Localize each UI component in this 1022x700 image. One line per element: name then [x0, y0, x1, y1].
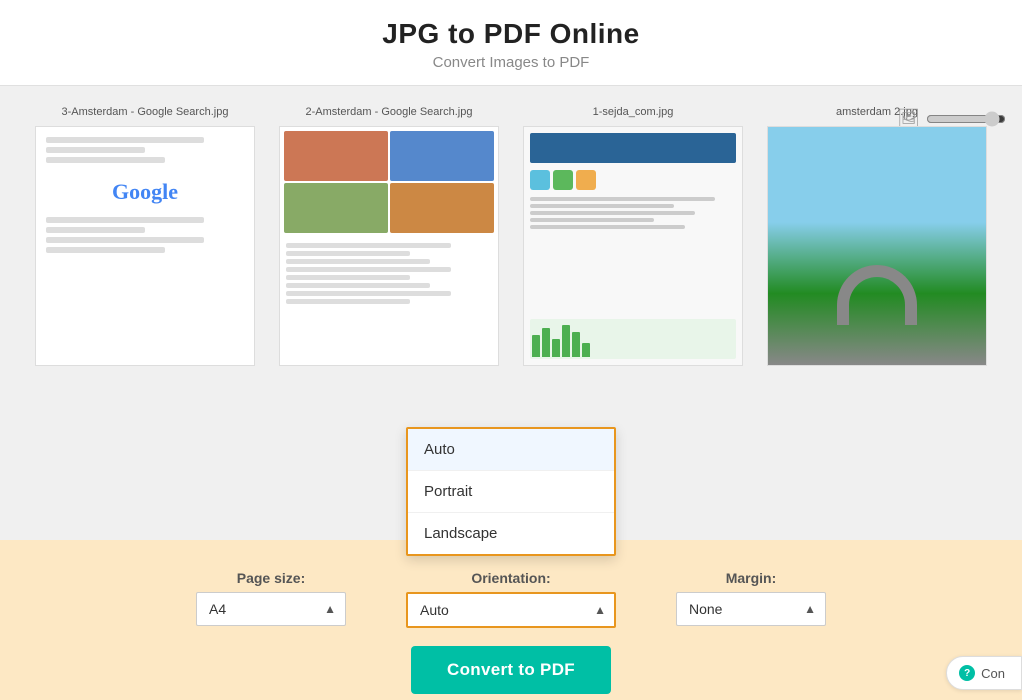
margin-label: Margin:: [726, 570, 777, 586]
deco-bar: [582, 343, 590, 357]
deco-line: [530, 218, 654, 222]
deco-graph: [530, 319, 736, 359]
deco-icon: [576, 170, 596, 190]
margin-select-wrapper: None Small Medium Large ▲: [676, 592, 826, 626]
page-header: JPG to PDF Online Convert Images to PDF: [0, 0, 1022, 86]
page-size-group: Page size: A4 A3 Letter ▲: [196, 570, 346, 626]
deco-img: [390, 131, 494, 181]
image-card-4: amsterdam 2.jpg: [767, 106, 987, 366]
dropdown-option-auto[interactable]: Auto: [408, 429, 614, 471]
margin-group: Margin: None Small Medium Large ▲: [676, 570, 826, 626]
controls-row: Page size: A4 A3 Letter ▲ Orientation: A…: [0, 570, 1022, 628]
bottom-panel: Page size: A4 A3 Letter ▲ Orientation: A…: [0, 540, 1022, 700]
orientation-select-wrapper[interactable]: Auto Portrait Landscape Auto Portrait La…: [406, 592, 616, 628]
image-label-3: 1-sejda_com.jpg: [593, 106, 674, 118]
deco-bar: [542, 328, 550, 357]
image-thumb-1[interactable]: Google: [35, 126, 255, 366]
orientation-group: Orientation: Auto Portrait Landscape Aut…: [406, 570, 616, 628]
deco-line: [46, 217, 204, 223]
deco-line: [530, 197, 715, 201]
image-thumb-4[interactable]: [767, 126, 987, 366]
convert-button[interactable]: Convert to PDF: [411, 646, 611, 694]
deco-line: [530, 211, 695, 215]
deco-line: [286, 275, 410, 280]
deco-img: [390, 183, 494, 233]
deco-line: [46, 227, 145, 233]
deco-bar: [552, 339, 560, 357]
image-card-2: 2-Amsterdam - Google Search.jpg: [279, 106, 499, 366]
deco-line: [286, 259, 430, 264]
image-thumb-2[interactable]: [279, 126, 499, 366]
deco-line: [286, 243, 451, 248]
deco-line: [286, 283, 430, 288]
deco-line: [46, 247, 165, 253]
page-size-select-wrapper: A4 A3 Letter ▲: [196, 592, 346, 626]
image-label-1: 3-Amsterdam - Google Search.jpg: [62, 106, 229, 118]
deco-line: [530, 204, 674, 208]
deco-line: [46, 137, 204, 143]
margin-select[interactable]: None Small Medium Large: [676, 592, 826, 626]
zoom-slider[interactable]: [926, 111, 1006, 127]
deco-line: [286, 291, 451, 296]
image-thumb-3[interactable]: [523, 126, 743, 366]
con-icon: ?: [959, 665, 975, 681]
deco-line: [286, 267, 451, 272]
page-title: JPG to PDF Online: [0, 18, 1022, 50]
deco-line: [46, 237, 204, 243]
page-subtitle: Convert Images to PDF: [0, 54, 1022, 71]
con-button[interactable]: ? Con: [946, 656, 1022, 690]
image-card-3: 1-sejda_com.jpg: [523, 106, 743, 366]
google-logo: Google: [46, 179, 244, 205]
orientation-label: Orientation:: [471, 570, 550, 586]
deco-bar: [562, 325, 570, 357]
images-area: 3-Amsterdam - Google Search.jpg Google 2…: [0, 86, 1022, 396]
deco-arch: [837, 265, 917, 325]
deco-line: [46, 157, 165, 163]
deco-bar: [532, 335, 540, 357]
image-label-2: 2-Amsterdam - Google Search.jpg: [306, 106, 473, 118]
deco-line: [530, 225, 685, 229]
orientation-dropdown[interactable]: Auto Portrait Landscape: [406, 427, 616, 556]
deco-img: [284, 131, 388, 181]
deco-line: [46, 147, 145, 153]
page-size-select[interactable]: A4 A3 Letter: [196, 592, 346, 626]
deco-line: [286, 251, 410, 256]
deco-line: [286, 299, 410, 304]
deco-header: [530, 133, 736, 163]
deco-icon: [553, 170, 573, 190]
dropdown-option-portrait[interactable]: Portrait: [408, 471, 614, 513]
image-card-1: 3-Amsterdam - Google Search.jpg Google: [35, 106, 255, 366]
page-size-label: Page size:: [237, 570, 305, 586]
deco-bar: [572, 332, 580, 357]
con-label: Con: [981, 666, 1005, 681]
deco-icon: [530, 170, 550, 190]
orientation-select[interactable]: Auto Portrait Landscape: [406, 592, 616, 628]
dropdown-option-landscape[interactable]: Landscape: [408, 513, 614, 554]
deco-img: [284, 183, 388, 233]
